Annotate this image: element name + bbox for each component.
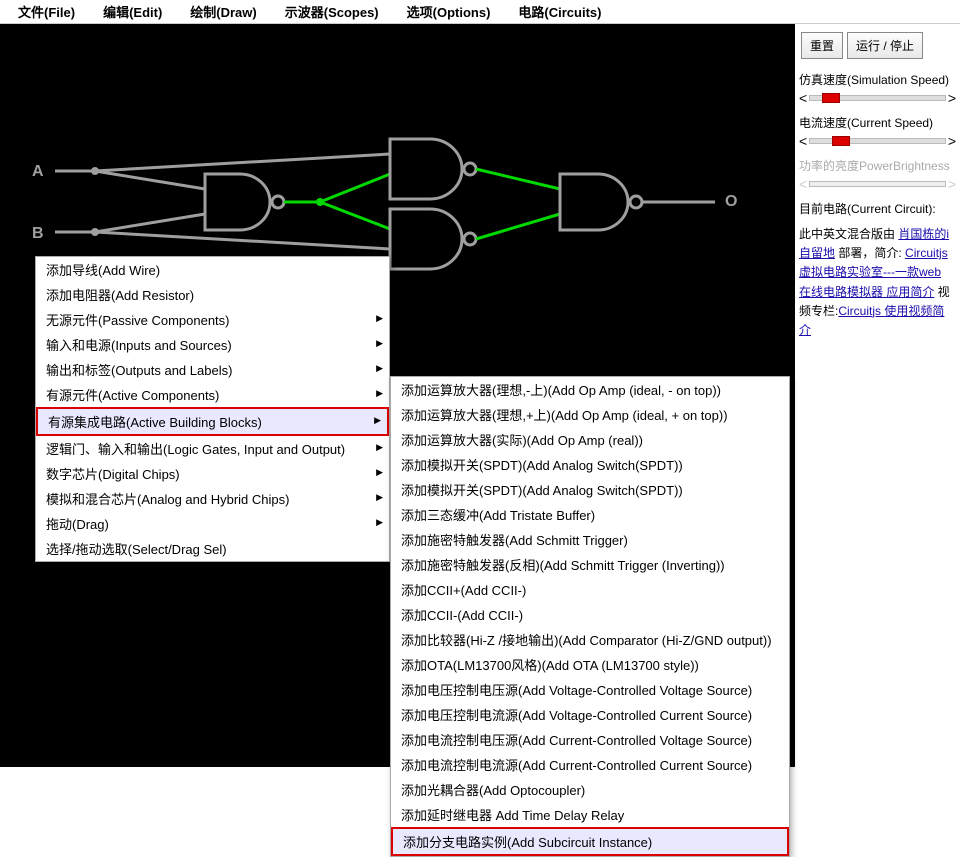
ctx2-item-6[interactable]: 添加施密特触发器(Add Schmitt Trigger) [391,527,789,552]
run-stop-button[interactable]: 运行 / 停止 [847,32,923,59]
ctx2-item-10[interactable]: 添加比较器(Hi-Z /接地输出)(Add Comparator (Hi-Z/G… [391,627,789,652]
menu-scopes[interactable]: 示波器(Scopes) [271,0,393,24]
menu-circuits[interactable]: 电路(Circuits) [504,0,615,24]
ctx2-item-2[interactable]: 添加运算放大器(实际)(Add Op Amp (real)) [391,427,789,452]
ctx1-item-8[interactable]: 数字芯片(Digital Chips) [36,461,389,486]
sim-speed-slider-group: 仿真速度(Simulation Speed) < > [799,71,956,106]
menubar: 文件(File) 编辑(Edit) 绘制(Draw) 示波器(Scopes) 选… [0,0,960,24]
ctx1-item-9[interactable]: 模拟和混合芯片(Analog and Hybrid Chips) [36,486,389,511]
current-speed-increase[interactable]: > [948,133,956,149]
ctx1-item-3[interactable]: 输入和电源(Inputs and Sources) [36,332,389,357]
ctx2-item-11[interactable]: 添加OTA(LM13700风格)(Add OTA (LM13700 style)… [391,652,789,677]
power-brightness-label: 功率的亮度PowerBrightness [799,157,956,174]
ctx1-item-2[interactable]: 无源元件(Passive Components) [36,307,389,332]
ctx1-item-0[interactable]: 添加导线(Add Wire) [36,257,389,282]
sim-speed-slider[interactable] [809,95,946,101]
ctx2-item-15[interactable]: 添加电流控制电流源(Add Current-Controlled Current… [391,752,789,777]
ctx2-item-12[interactable]: 添加电压控制电压源(Add Voltage-Controlled Voltage… [391,677,789,702]
ctx1-item-11[interactable]: 选择/拖动选取(Select/Drag Sel) [36,536,389,561]
right-panel: 重置 运行 / 停止 仿真速度(Simulation Speed) < > 电流… [795,24,960,767]
current-speed-decrease[interactable]: < [799,133,807,149]
context-menu-draw: 添加导线(Add Wire)添加电阻器(Add Resistor)无源元件(Pa… [35,256,390,562]
ctx2-item-14[interactable]: 添加电流控制电压源(Add Current-Controlled Voltage… [391,727,789,752]
ctx1-item-6[interactable]: 有源集成电路(Active Building Blocks) [36,407,389,436]
ctx2-item-16[interactable]: 添加光耦合器(Add Optocoupler) [391,777,789,802]
ctx1-item-1[interactable]: 添加电阻器(Add Resistor) [36,282,389,307]
power-brightness-slider-group: 功率的亮度PowerBrightness < > [799,157,956,192]
current-speed-label: 电流速度(Current Speed) [799,114,956,131]
ctx1-item-5[interactable]: 有源元件(Active Components) [36,382,389,407]
current-speed-slider-group: 电流速度(Current Speed) < > [799,114,956,149]
menu-edit[interactable]: 编辑(Edit) [89,0,176,24]
menu-file[interactable]: 文件(File) [4,0,89,24]
ctx2-item-13[interactable]: 添加电压控制电流源(Add Voltage-Controlled Current… [391,702,789,727]
power-brightness-decrease: < [799,176,807,192]
menu-draw[interactable]: 绘制(Draw) [176,0,270,24]
ctx2-item-0[interactable]: 添加运算放大器(理想,-上)(Add Op Amp (ideal, - on t… [391,377,789,402]
label-a: A [32,163,44,180]
menu-options[interactable]: 选项(Options) [393,0,505,24]
info-text: 此中英文混合版由 肖国栋的i自留地 部署，简介: Circuitjs 虚拟电路实… [799,225,956,340]
ctx2-item-8[interactable]: 添加CCII+(Add CCII-) [391,577,789,602]
ctx2-item-4[interactable]: 添加模拟开关(SPDT)(Add Analog Switch(SPDT)) [391,477,789,502]
sim-speed-increase[interactable]: > [948,90,956,106]
power-brightness-increase: > [948,176,956,192]
context-menu-active-blocks: 添加运算放大器(理想,-上)(Add Op Amp (ideal, - on t… [390,376,790,857]
ctx1-item-10[interactable]: 拖动(Drag) [36,511,389,536]
current-circuit-label: 目前电路(Current Circuit): [799,200,956,217]
sim-speed-label: 仿真速度(Simulation Speed) [799,71,956,88]
ctx2-item-3[interactable]: 添加模拟开关(SPDT)(Add Analog Switch(SPDT)) [391,452,789,477]
ctx1-item-7[interactable]: 逻辑门、输入和输出(Logic Gates, Input and Output) [36,436,389,461]
ctx1-item-4[interactable]: 输出和标签(Outputs and Labels) [36,357,389,382]
reset-button[interactable]: 重置 [801,32,843,59]
ctx2-item-1[interactable]: 添加运算放大器(理想,+上)(Add Op Amp (ideal, + on t… [391,402,789,427]
current-speed-slider[interactable] [809,138,946,144]
label-o: O [725,193,737,210]
label-b: B [32,225,44,242]
ctx2-item-5[interactable]: 添加三态缓冲(Add Tristate Buffer) [391,502,789,527]
ctx2-item-17[interactable]: 添加延时继电器 Add Time Delay Relay [391,802,789,827]
ctx2-item-9[interactable]: 添加CCII-(Add CCII-) [391,602,789,627]
sim-speed-decrease[interactable]: < [799,90,807,106]
ctx2-item-7[interactable]: 添加施密特触发器(反相)(Add Schmitt Trigger (Invert… [391,552,789,577]
power-brightness-slider [809,181,946,187]
ctx2-item-18[interactable]: 添加分支电路实例(Add Subcircuit Instance) [391,827,789,856]
